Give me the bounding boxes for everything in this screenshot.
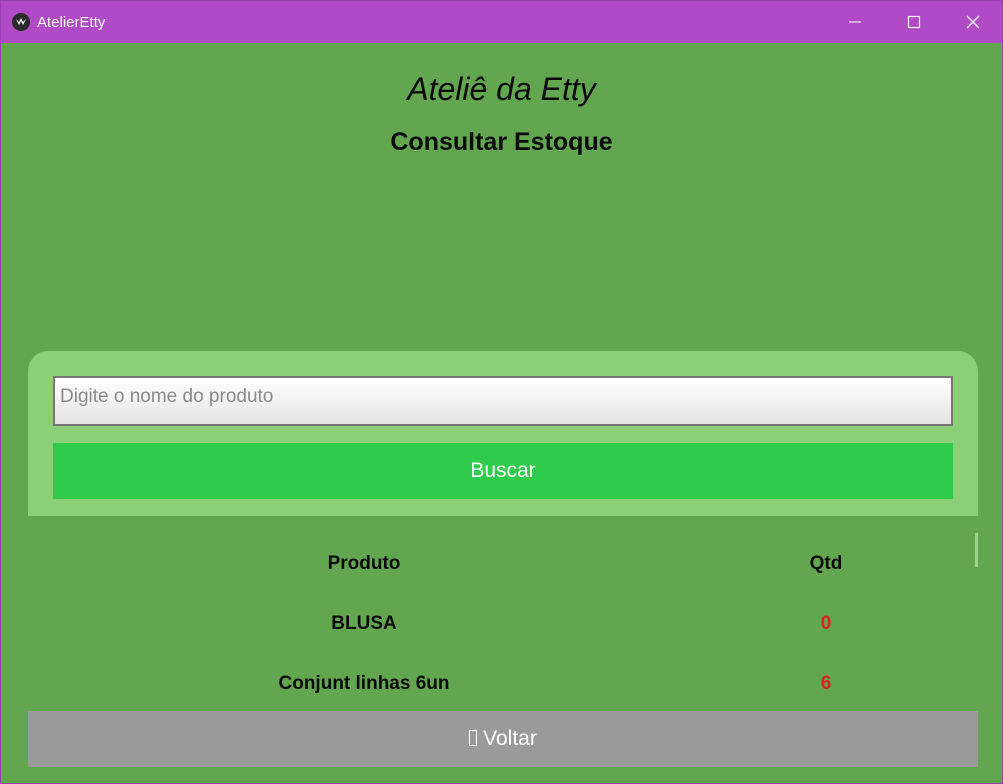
search-panel: Buscar: [28, 351, 978, 516]
product-search-input[interactable]: [53, 376, 953, 426]
row-produto: BLUSA: [331, 613, 397, 634]
column-header-qtd: Qtd: [809, 553, 843, 574]
title-bar[interactable]: AtelierEtty: [1, 1, 1002, 43]
kivy-logo-icon: [12, 13, 30, 31]
search-button[interactable]: Buscar: [53, 443, 953, 499]
app-window: AtelierEtty Ateliê da Etty Consultar Est…: [0, 0, 1003, 784]
stock-table[interactable]: Produto Qtd BLUSA 0 Conjunt linhas 6un 6: [28, 533, 978, 711]
close-icon: [966, 15, 980, 29]
maximize-icon: [907, 15, 921, 29]
close-button[interactable]: [944, 1, 1002, 43]
row-qtd: 0: [820, 613, 832, 634]
window-title: AtelierEtty: [37, 14, 106, 31]
column-header-produto: Produto: [327, 553, 401, 574]
maximize-button[interactable]: [885, 1, 943, 43]
page-subtitle: Consultar Estoque: [390, 128, 613, 156]
back-button-label: Voltar: [483, 727, 537, 750]
row-qtd: 6: [820, 673, 832, 694]
minimize-icon: [849, 21, 861, 23]
table-scrollbar[interactable]: [975, 533, 978, 567]
back-button[interactable]: Voltar: [28, 711, 978, 767]
missing-glyph-icon: [469, 730, 478, 746]
minimize-button[interactable]: [826, 1, 884, 43]
app-title: Ateliê da Etty: [407, 71, 596, 107]
row-produto: Conjunt linhas 6un: [278, 673, 450, 694]
